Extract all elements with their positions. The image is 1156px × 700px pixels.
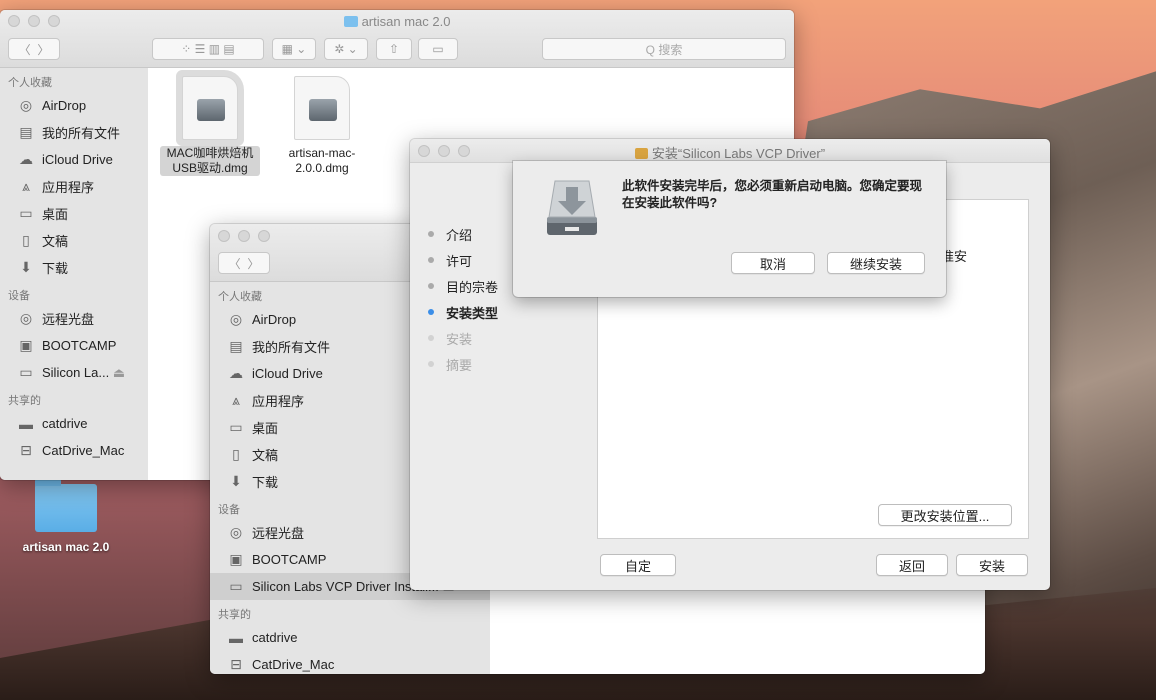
sidebar-item-bootcamp[interactable]: ▣ BOOTCAMP: [0, 332, 148, 359]
zoom-window-button[interactable]: [258, 230, 270, 242]
document-icon: ▯: [232, 446, 240, 462]
back-forward-buttons[interactable]: 〈 〉: [8, 38, 60, 60]
desktop-folder[interactable]: artisan mac 2.0: [16, 478, 116, 554]
cloud-icon: ☁: [19, 151, 33, 167]
step-installation-type: 安装类型: [428, 299, 498, 325]
chevron-left-icon[interactable]: 〈: [19, 41, 31, 58]
action-button[interactable]: ✲ ⌄: [324, 38, 368, 60]
all-files-icon: ▤: [229, 338, 243, 354]
sidebar-item-silicon-labs[interactable]: ▭ Silicon La... ⏏: [0, 359, 148, 386]
chevron-right-icon[interactable]: 〉: [37, 41, 49, 58]
finder-sidebar: 个人收藏 ◎ AirDrop ▤ 我的所有文件 ☁ iCloud Drive ⩓ 应用程…: [0, 68, 148, 480]
view-mode-buttons[interactable]: ⁘ ☰ ▥ ▤: [152, 38, 264, 60]
cancel-button[interactable]: 取消: [731, 252, 815, 274]
share-button[interactable]: ⇧: [376, 38, 412, 60]
disc-icon: ◎: [19, 310, 33, 326]
chevron-left-icon[interactable]: 〈: [229, 255, 241, 272]
airdrop-icon: ◎: [229, 311, 243, 327]
desktop-icon: ▭: [229, 419, 243, 435]
sidebar-item-icloud[interactable]: ☁ iCloud Drive: [0, 146, 148, 173]
folder-icon: [35, 478, 97, 532]
airdrop-icon: ◎: [19, 97, 33, 113]
network-icon: ⊟: [20, 442, 32, 458]
desktop-folder-label: artisan mac 2.0: [22, 540, 110, 554]
disk-image-icon: ▭: [19, 364, 33, 380]
installer-titlebar: 安装“Silicon Labs VCP Driver”: [410, 139, 1050, 163]
continue-install-button[interactable]: 继续安装: [827, 252, 925, 274]
install-button[interactable]: 安装: [956, 554, 1028, 576]
minimize-window-button[interactable]: [238, 230, 250, 242]
computer-icon: ▬: [229, 629, 243, 646]
sidebar-header-shared: 共享的: [218, 609, 251, 621]
sidebar-item-catdrive-mac[interactable]: ⊟ CatDrive_Mac: [0, 437, 148, 464]
chevron-right-icon[interactable]: 〉: [247, 255, 259, 272]
gear-icon: ✲ ⌄: [334, 42, 358, 56]
sidebar-item-all-files[interactable]: ▤ 我的所有文件: [0, 119, 148, 146]
folder-icon: [343, 16, 358, 27]
sidebar-header-favorites: 个人收藏: [8, 77, 52, 89]
tag-button[interactable]: ▭: [418, 38, 458, 60]
sidebar-item-catdrive[interactable]: ▬ catdrive: [0, 410, 148, 437]
step-introduction: 介绍: [428, 221, 498, 247]
installer-steps: 介绍 许可 目的宗卷 安装类型 安装 摘要: [428, 221, 498, 377]
download-icon: ⬇: [20, 259, 32, 275]
grid-icon: ▦ ⌄: [281, 42, 307, 56]
network-icon: ⊟: [230, 656, 242, 672]
search-input[interactable]: Q 搜索: [542, 38, 786, 60]
sheet-message: 此软件安装完毕后，您必须重新启动电脑。您确定要现在安装此软件吗?: [622, 179, 923, 210]
finder-toolbar: artisan mac 2.0 〈 〉 ⁘ ☰ ▥ ▤ ▦ ⌄ ✲ ⌄ ⇧ ▭ …: [0, 10, 794, 68]
change-location-button[interactable]: 更改安装位置...: [878, 504, 1012, 526]
customize-button[interactable]: 自定: [600, 554, 676, 576]
sidebar-header-devices: 设备: [8, 290, 30, 302]
sidebar-item-catdrive-mac[interactable]: ⊟ CatDrive_Mac: [210, 651, 490, 674]
disc-icon: ◎: [229, 524, 243, 540]
eject-icon[interactable]: ⏏: [113, 365, 125, 381]
window-title: artisan mac 2.0: [0, 14, 794, 29]
window-controls: [218, 230, 270, 242]
step-summary: 摘要: [428, 351, 498, 377]
sidebar-item-airdrop[interactable]: ◎ AirDrop: [0, 92, 148, 119]
close-window-button[interactable]: [218, 230, 230, 242]
applications-icon: ⩓: [232, 392, 240, 408]
computer-icon: ▬: [19, 415, 33, 432]
hard-drive-icon: ▣: [229, 551, 243, 567]
arrange-button[interactable]: ▦ ⌄: [272, 38, 316, 60]
installer-package-icon: [547, 180, 597, 235]
file-name: MAC咖啡烘焙机USB驱动.dmg: [160, 146, 260, 176]
step-destination: 目的宗卷: [428, 273, 498, 299]
share-icon: ⇧: [388, 42, 400, 56]
sidebar-item-remote-disc[interactable]: ◎ 远程光盘: [0, 305, 148, 332]
applications-icon: ⩓: [22, 178, 30, 194]
sidebar-item-desktop[interactable]: ▭ 桌面: [0, 200, 148, 227]
installer-title: 安装“Silicon Labs VCP Driver”: [410, 143, 1050, 162]
desktop-icon: ▭: [19, 205, 33, 221]
restart-confirm-sheet: 此软件安装完毕后，您必须重新启动电脑。您确定要现在安装此软件吗? 取消 继续安装: [513, 161, 946, 297]
step-license: 许可: [428, 247, 498, 273]
package-icon: [634, 148, 648, 159]
sidebar-item-applications[interactable]: ⩓ 应用程序: [0, 173, 148, 200]
sidebar-header-shared: 共享的: [8, 395, 41, 407]
view-mode-icons[interactable]: ⁘ ☰ ▥ ▤: [181, 42, 235, 56]
sidebar-item-catdrive[interactable]: ▬ catdrive: [210, 624, 490, 651]
hard-drive-icon: ▣: [19, 337, 33, 353]
file-item-artisan-dmg[interactable]: artisan-mac-2.0.0.dmg: [272, 76, 372, 176]
download-icon: ⬇: [230, 473, 242, 489]
back-forward-buttons[interactable]: 〈 〉: [218, 252, 270, 274]
dmg-file-icon: [294, 76, 350, 140]
file-item-mac-usb-driver[interactable]: MAC咖啡烘焙机USB驱动.dmg: [160, 76, 260, 176]
dmg-file-icon: [182, 76, 238, 140]
tag-icon: ▭: [432, 42, 444, 56]
disk-image-icon: ▭: [229, 578, 243, 594]
all-files-icon: ▤: [19, 124, 33, 140]
sidebar-item-downloads[interactable]: ⬇ 下载: [0, 254, 148, 281]
file-name: artisan-mac-2.0.0.dmg: [288, 146, 356, 175]
cloud-icon: ☁: [229, 365, 243, 381]
sidebar-item-documents[interactable]: ▯ 文稿: [0, 227, 148, 254]
step-install: 安装: [428, 325, 498, 351]
document-icon: ▯: [22, 232, 30, 248]
back-button[interactable]: 返回: [876, 554, 948, 576]
